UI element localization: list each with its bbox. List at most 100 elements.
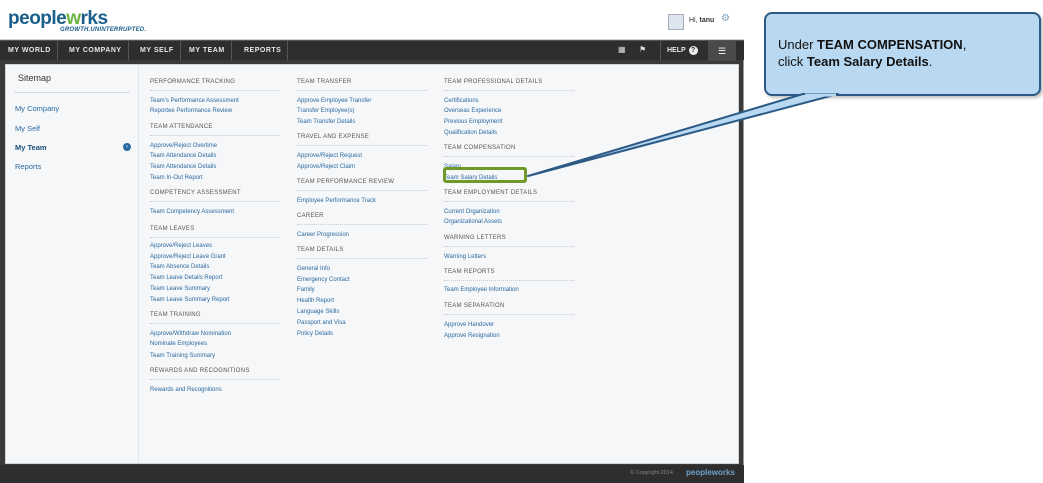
sidebar: Sitemap My Company My Self My Team › Rep…	[6, 65, 139, 463]
user-greeting: Hi, tanu	[689, 17, 715, 24]
link-health-report[interactable]: Health Report	[297, 298, 334, 304]
section-divider	[297, 90, 427, 91]
section-divider	[150, 135, 280, 136]
link-transfer-employee-s[interactable]: Transfer Employee(s)	[297, 108, 354, 114]
section-divider	[150, 90, 280, 91]
section-divider	[150, 323, 280, 324]
section-divider	[444, 246, 574, 247]
app-window: peoplewrks GROWTH.UNINTERRUPTED. Hi, tan…	[0, 0, 744, 483]
link-team-leave-summary[interactable]: Team Leave Summary	[150, 286, 210, 292]
section-divider	[297, 258, 427, 259]
link-team-transfer-details[interactable]: Team Transfer Details	[297, 119, 355, 125]
section-heading-team-attendance: TEAM ATTENDANCE	[150, 124, 213, 130]
help-button[interactable]: HELP?	[660, 41, 704, 61]
section-divider	[444, 201, 574, 202]
link-qualification-details[interactable]: Qualification Details	[444, 130, 497, 136]
nav-my-company[interactable]: MY COMPANY	[63, 41, 129, 61]
section-heading-team-compensation: TEAM COMPENSATION	[444, 145, 516, 151]
main-nav: MY WORLD MY COMPANY MY SELF MY TEAM REPO…	[0, 40, 744, 61]
section-heading-career: CAREER	[297, 213, 324, 219]
link-employee-performance-track[interactable]: Employee Performance Track	[297, 198, 376, 204]
link-rewards-and-recognitions[interactable]: Rewards and Recognitions	[150, 387, 222, 393]
nav-my-world[interactable]: MY WORLD	[2, 41, 58, 61]
link-approve-reject-leaves[interactable]: Approve/Reject Leaves	[150, 243, 212, 249]
sidebar-item-my-team[interactable]: My Team	[15, 143, 47, 152]
link-overseas-experience[interactable]: Overseas Experience	[444, 108, 501, 114]
link-team-attendance-details[interactable]: Team Attendance Details	[150, 153, 216, 159]
link-language-skills[interactable]: Language Skills	[297, 309, 339, 315]
link-policy-details[interactable]: Policy Details	[297, 331, 333, 337]
link-team-s-performance-assessment[interactable]: Team's Performance Assessment	[150, 98, 239, 104]
nav-reports[interactable]: REPORTS	[238, 41, 289, 61]
section-heading-team-leaves: TEAM LEAVES	[150, 226, 195, 232]
sidebar-divider	[14, 92, 130, 93]
section-heading-team-employment-details: TEAM EMPLOYMENT DETAILS	[444, 190, 538, 196]
help-icon: ?	[688, 46, 698, 55]
link-warning-letters[interactable]: Warning Letters	[444, 254, 486, 260]
copyright-text: © Copyright 2014	[630, 470, 673, 476]
link-approve-handover[interactable]: Approve Handover	[444, 322, 494, 328]
link-nominate-employees[interactable]: Nominate Employees	[150, 341, 207, 347]
link-team-leave-summary-report[interactable]: Team Leave Summary Report	[150, 297, 230, 303]
link-approve-reject-request[interactable]: Approve/Reject Request	[297, 153, 362, 159]
section-heading-warning-letters: WARNING LETTERS	[444, 235, 506, 241]
highlight-box	[443, 167, 527, 183]
link-career-progression[interactable]: Career Progression	[297, 232, 349, 238]
link-team-in-out-report[interactable]: Team In-Out Report	[150, 175, 203, 181]
section-divider	[444, 156, 574, 157]
link-approve-reject-leave-grant[interactable]: Approve/Reject Leave Grant	[150, 254, 226, 260]
link-reportee-performance-review[interactable]: Reportee Performance Review	[150, 108, 232, 114]
avatar[interactable]	[668, 14, 684, 30]
logo-tagline: GROWTH.UNINTERRUPTED.	[60, 27, 147, 33]
section-divider	[444, 90, 574, 91]
sidebar-item-my-self[interactable]: My Self	[15, 124, 40, 133]
footer: © Copyright 2014 peopleworks	[0, 465, 744, 483]
link-family[interactable]: Family	[297, 287, 315, 293]
sidebar-item-reports[interactable]: Reports	[15, 162, 41, 171]
callout-text: Under TEAM COMPENSATION, click Team Sala…	[778, 37, 967, 69]
link-certifications[interactable]: Certifications	[444, 98, 479, 104]
link-general-info[interactable]: General Info	[297, 266, 330, 272]
nav-my-self[interactable]: MY SELF	[134, 41, 181, 61]
pin-icon[interactable]: ⚑	[639, 45, 646, 54]
link-team-training-summary[interactable]: Team Training Summary	[150, 353, 215, 359]
link-passport-and-visa[interactable]: Passport and Visa	[297, 320, 346, 326]
section-divider	[297, 145, 427, 146]
link-organizational-assets[interactable]: Organizational Assets	[444, 219, 502, 225]
link-approve-withdraw-nomination[interactable]: Approve/Withdraw Nomination	[150, 331, 231, 337]
link-team-competency-assessment[interactable]: Team Competency Assessment	[150, 209, 234, 215]
section-heading-competency-assessment: COMPETENCY ASSESSMENT	[150, 190, 241, 196]
link-team-absence-details[interactable]: Team Absence Details	[150, 264, 209, 270]
link-approve-employee-transfer[interactable]: Approve Employee Transfer	[297, 98, 371, 104]
section-heading-team-training: TEAM TRAINING	[150, 312, 201, 318]
sidebar-title: Sitemap	[18, 73, 52, 83]
section-heading-team-reports: TEAM REPORTS	[444, 269, 495, 275]
chevron-right-icon: ›	[123, 143, 131, 151]
link-team-employee-information[interactable]: Team Employee Information	[444, 287, 519, 293]
link-team-attendance-details[interactable]: Team Attendance Details	[150, 164, 216, 170]
link-previous-employment[interactable]: Previous Employment	[444, 119, 502, 125]
nav-my-team[interactable]: MY TEAM	[183, 41, 232, 61]
sidebar-item-my-company[interactable]: My Company	[15, 104, 59, 113]
link-approve-reject-claim[interactable]: Approve/Reject Claim	[297, 164, 355, 170]
link-approve-reject-overtime[interactable]: Approve/Reject Overtime	[150, 143, 217, 149]
link-emergency-contact[interactable]: Emergency Contact	[297, 277, 350, 283]
grid-icon[interactable]: ▦	[618, 45, 626, 54]
section-heading-team-transfer: TEAM TRANSFER	[297, 79, 352, 85]
section-divider	[150, 237, 280, 238]
user-name: tanu	[699, 17, 715, 24]
link-approve-resignation[interactable]: Approve Resignation	[444, 333, 500, 339]
footer-logo: peopleworks	[686, 468, 735, 477]
link-current-organization[interactable]: Current Organization	[444, 209, 500, 215]
menu-icon[interactable]: ☰	[708, 41, 736, 61]
instruction-callout: Under TEAM COMPENSATION, click Team Sala…	[764, 12, 1041, 96]
settings-gear-icon[interactable]: ⚙	[721, 13, 730, 24]
section-divider	[444, 280, 574, 281]
section-divider	[297, 190, 427, 191]
section-heading-team-separation: TEAM SEPARATION	[444, 303, 505, 309]
section-heading-performance-tracking: PERFORMANCE TRACKING	[150, 79, 236, 85]
section-divider	[297, 224, 427, 225]
top-header: peoplewrks GROWTH.UNINTERRUPTED. Hi, tan…	[0, 0, 744, 40]
link-team-leave-details-report[interactable]: Team Leave Details Report	[150, 275, 222, 281]
section-divider	[150, 379, 280, 380]
